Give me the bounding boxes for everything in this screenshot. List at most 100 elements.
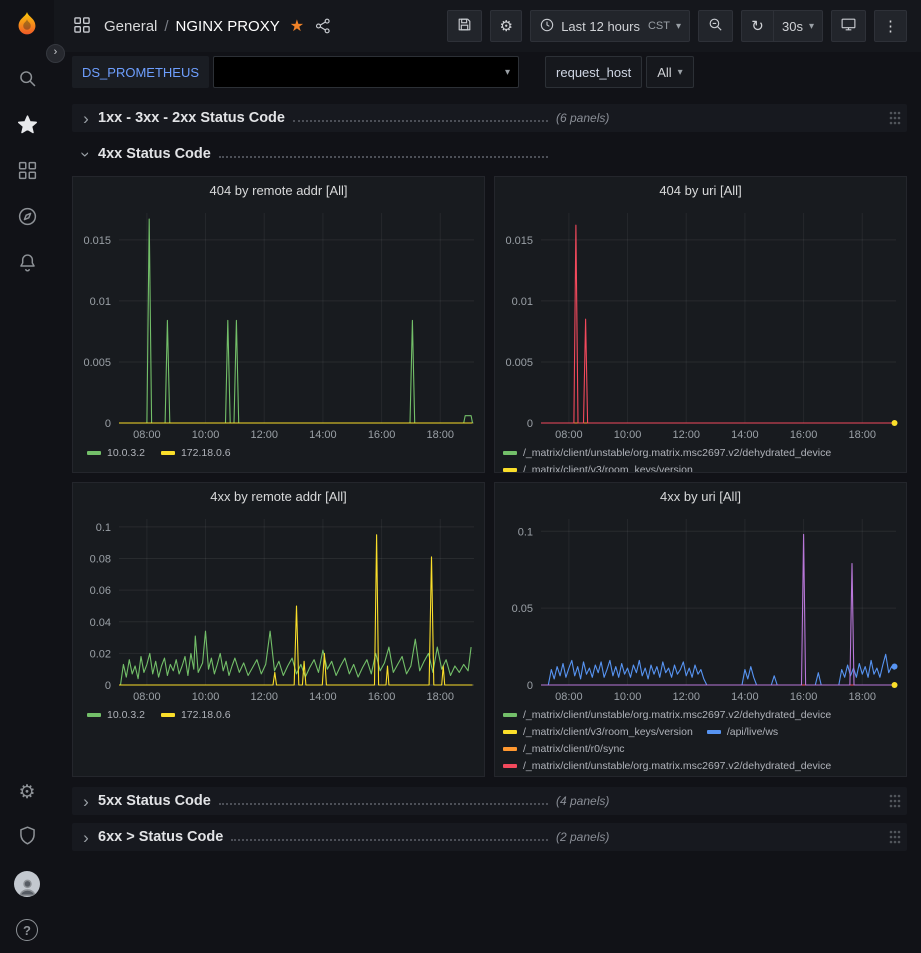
legend-item[interactable]: 10.0.3.2	[87, 707, 145, 723]
breadcrumb: General / NGINX PROXY	[104, 18, 280, 35]
time-range-picker[interactable]: Last 12 hours CST ▾	[530, 10, 690, 42]
row-leader-dots	[231, 839, 548, 841]
datasource-variable-select[interactable]: ▾	[213, 56, 519, 88]
more-options-kebab[interactable]: ⋮	[874, 10, 907, 42]
cycle-view-mode-button[interactable]	[831, 10, 866, 42]
share-icon[interactable]	[314, 17, 332, 35]
row-leader-dots	[293, 120, 548, 122]
svg-text:12:00: 12:00	[672, 691, 700, 703]
refresh-button[interactable]: ↻	[741, 10, 773, 42]
svg-text:14:00: 14:00	[731, 691, 759, 703]
user-avatar	[14, 871, 40, 897]
favorite-star-icon[interactable]: ★	[290, 16, 304, 36]
main-area: General / NGINX PROXY ★ ⚙	[54, 0, 921, 953]
refresh-group: ↻ 30s ▾	[741, 10, 823, 42]
breadcrumb-section[interactable]: General	[104, 18, 157, 35]
chart-canvas[interactable]: 08:0010:0012:0014:0016:0018:0000.050.1	[495, 511, 906, 705]
legend-swatch	[503, 764, 517, 768]
request-host-variable-label[interactable]: request_host	[545, 56, 642, 88]
legend-item[interactable]: 172.18.0.6	[161, 445, 231, 461]
sidebar-item-favorites[interactable]	[0, 104, 54, 150]
compass-icon	[17, 206, 38, 232]
svg-text:16:00: 16:00	[368, 691, 396, 703]
panel-title[interactable]: 404 by remote addr [All]	[73, 177, 484, 205]
request-host-variable-select[interactable]: All ▾	[646, 56, 693, 88]
save-icon	[456, 16, 473, 36]
datasource-variable-label[interactable]: DS_PROMETHEUS	[72, 56, 209, 88]
sidebar-item-explore[interactable]	[0, 196, 54, 242]
kebab-icon: ⋮	[883, 19, 898, 34]
row-drag-handle[interactable]	[889, 111, 901, 125]
legend-label: 172.18.0.6	[181, 707, 231, 723]
sidebar-item-server-admin[interactable]: ⚙	[0, 769, 54, 815]
sidebar-expand-button[interactable]: ›	[46, 44, 65, 63]
row-4xx-status-code[interactable]: › 4xx Status Code	[72, 140, 907, 168]
save-dashboard-button[interactable]	[447, 10, 482, 42]
dashboard-settings-button[interactable]: ⚙	[490, 10, 522, 42]
row-panel-count: (2 panels)	[556, 830, 609, 844]
legend-item[interactable]: /_matrix/client/unstable/org.matrix.msc2…	[503, 707, 831, 723]
row-5xx-status-code[interactable]: › 5xx Status Code (4 panels)	[72, 787, 907, 815]
chart-canvas[interactable]: 08:0010:0012:0014:0016:0018:0000.020.040…	[73, 511, 484, 705]
panel-title[interactable]: 4xx by remote addr [All]	[73, 483, 484, 511]
panel-chart[interactable]: 08:0010:0012:0014:0016:0018:0000.0050.01…	[73, 205, 484, 443]
panel-chart[interactable]: 08:0010:0012:0014:0016:0018:0000.020.040…	[73, 511, 484, 705]
legend-item[interactable]: /_matrix/client/unstable/org.matrix.msc2…	[503, 758, 831, 774]
gear-icon: ⚙	[18, 781, 35, 804]
row-drag-handle[interactable]	[889, 794, 901, 808]
legend-item[interactable]: /_matrix/client/v3/room_keys/version	[503, 724, 693, 740]
toolbar: ⚙ Last 12 hours CST ▾ ↻	[447, 10, 907, 42]
zoom-out-icon	[707, 16, 724, 36]
legend-item[interactable]: 10.0.3.2	[87, 445, 145, 461]
timezone-label: CST	[648, 20, 670, 32]
legend-item[interactable]: /_matrix/client/v3/room_keys/version	[503, 462, 693, 472]
sidebar-item-alerting[interactable]	[0, 242, 54, 288]
panel-chart[interactable]: 08:0010:0012:0014:0016:0018:0000.0050.01…	[495, 205, 906, 443]
row-leader-dots	[219, 156, 548, 158]
legend-item[interactable]: /_matrix/client/unstable/org.matrix.msc2…	[503, 445, 831, 461]
row-title-group: 4xx Status Code	[94, 146, 556, 162]
panel-title[interactable]: 404 by uri [All]	[495, 177, 906, 205]
svg-text:18:00: 18:00	[848, 429, 876, 441]
chart-canvas[interactable]: 08:0010:0012:0014:0016:0018:0000.0050.01…	[73, 205, 484, 443]
chevron-down-icon: ▾	[505, 67, 510, 78]
refresh-icon: ↻	[751, 19, 764, 34]
sidebar-item-profile[interactable]	[0, 861, 54, 907]
row-leader-dots	[219, 803, 548, 805]
sidebar-item-dashboards[interactable]	[0, 150, 54, 196]
graph-panel: 404 by remote addr [All] 08:0010:0012:00…	[72, 176, 485, 473]
clock-icon	[539, 17, 555, 36]
legend-swatch	[161, 713, 175, 717]
sidebar-item-security[interactable]	[0, 815, 54, 861]
svg-text:10:00: 10:00	[192, 429, 220, 441]
grafana-logo-icon[interactable]	[12, 10, 42, 40]
svg-text:0.015: 0.015	[505, 235, 533, 247]
refresh-interval-dropdown[interactable]: 30s ▾	[773, 10, 823, 42]
row-6xx-status-code[interactable]: › 6xx > Status Code (2 panels)	[72, 823, 907, 851]
row-title-group: 6xx > Status Code	[94, 829, 556, 845]
legend-swatch	[503, 730, 517, 734]
svg-text:14:00: 14:00	[309, 691, 337, 703]
svg-text:18:00: 18:00	[426, 429, 454, 441]
zoom-out-button[interactable]	[698, 10, 733, 42]
breadcrumb-dashboard-title[interactable]: NGINX PROXY	[176, 18, 280, 35]
svg-text:0.005: 0.005	[505, 357, 533, 369]
legend-item[interactable]: 172.18.0.6	[161, 707, 231, 723]
legend-item[interactable]: /api/live/ws	[707, 724, 778, 740]
chevron-down-icon: ▾	[809, 21, 814, 32]
legend-item[interactable]: /_matrix/client/r0/sync	[503, 741, 625, 757]
svg-text:0: 0	[527, 418, 533, 430]
svg-text:16:00: 16:00	[790, 429, 818, 441]
legend-label: /_matrix/client/unstable/org.matrix.msc2…	[523, 758, 831, 774]
panel-chart[interactable]: 08:0010:0012:0014:0016:0018:0000.050.1	[495, 511, 906, 705]
row-drag-handle[interactable]	[889, 830, 901, 844]
legend-label: 172.18.0.6	[181, 445, 231, 461]
chart-canvas[interactable]: 08:0010:0012:0014:0016:0018:0000.0050.01…	[495, 205, 906, 443]
row-title-group: 5xx Status Code	[94, 793, 556, 809]
sidebar-item-help[interactable]: ?	[0, 907, 54, 953]
row-1xx-3xx-2xx-status-code[interactable]: › 1xx - 3xx - 2xx Status Code (6 panels)	[72, 104, 907, 132]
apps-menu-button[interactable]	[70, 13, 94, 40]
panel-title[interactable]: 4xx by uri [All]	[495, 483, 906, 511]
sidebar-item-search[interactable]	[0, 58, 54, 104]
svg-text:0.02: 0.02	[90, 648, 111, 660]
